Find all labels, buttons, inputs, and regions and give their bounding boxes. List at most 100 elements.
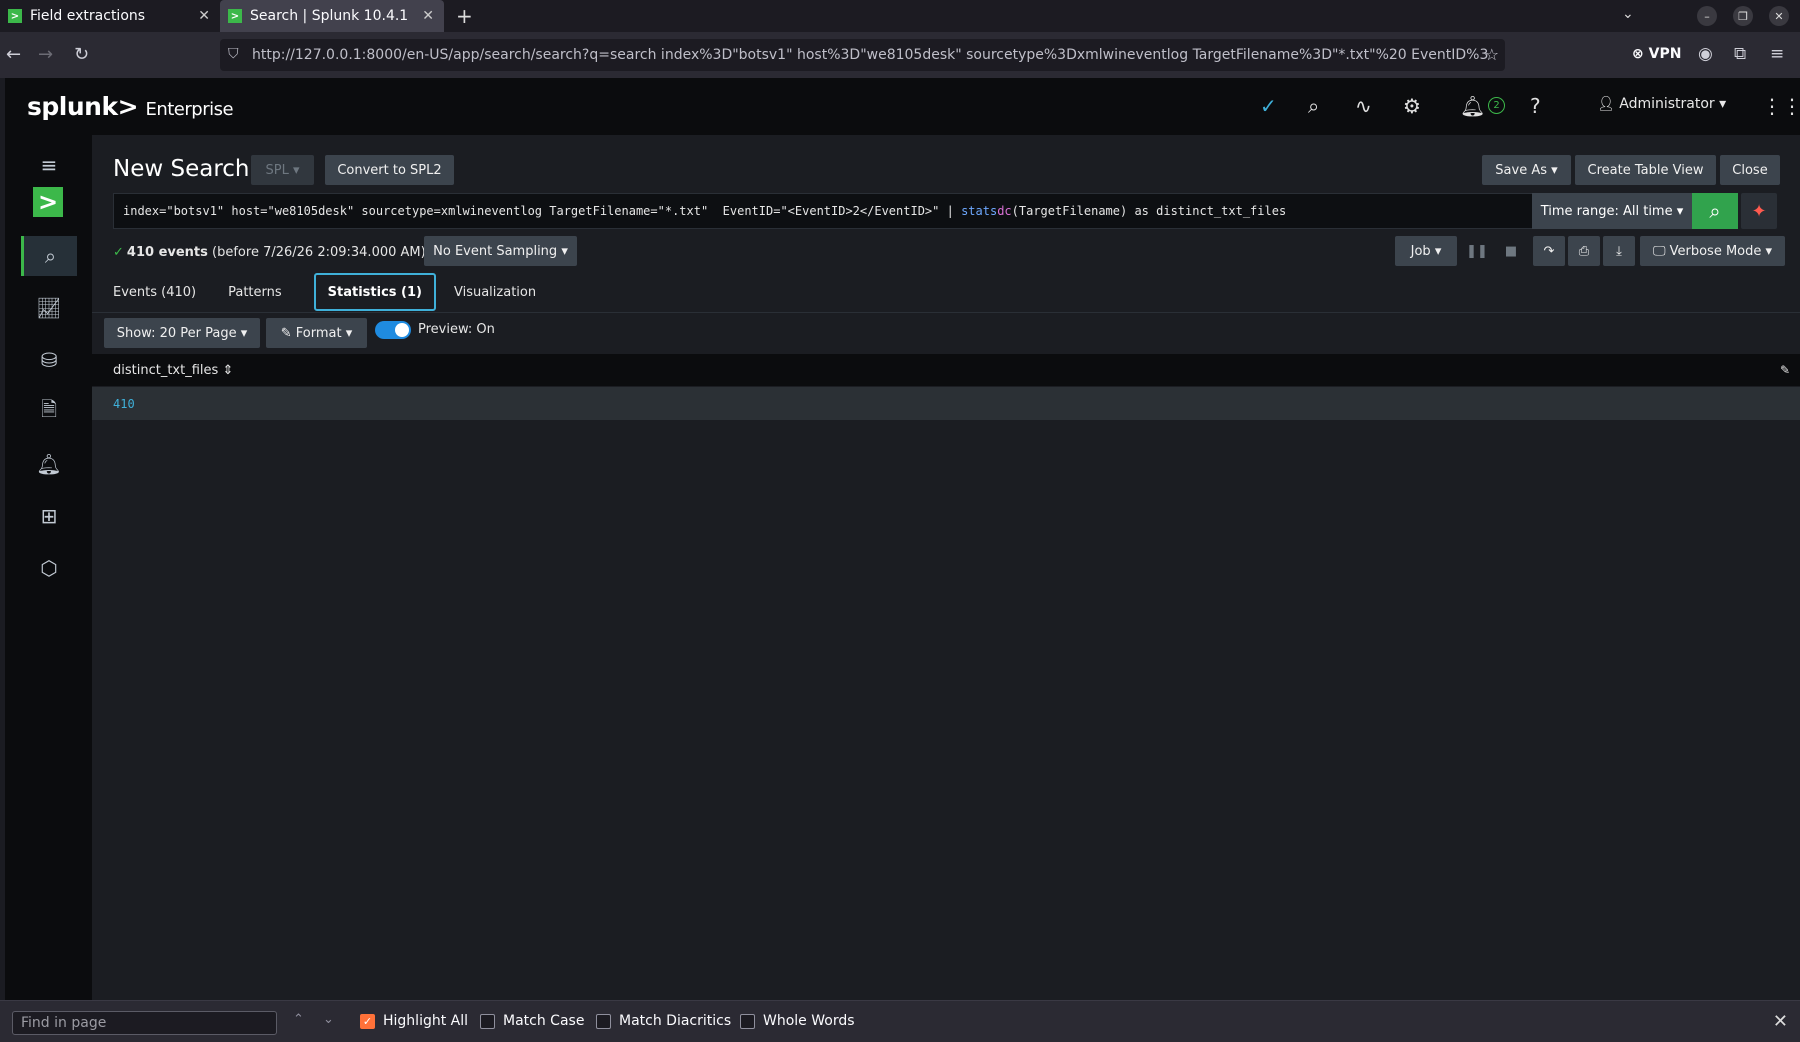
pause-icon[interactable]: ❚❚ — [1463, 236, 1491, 266]
help-icon[interactable]: ? — [1530, 94, 1541, 118]
ai-assistant-button[interactable]: ✦ — [1741, 193, 1777, 229]
column-label: distinct_txt_files — [113, 362, 219, 378]
match-diacritics-checkbox[interactable]: Match Diacritics — [596, 1013, 731, 1029]
sort-icon: ⇕ — [222, 362, 234, 378]
account-icon[interactable]: ◉ — [1698, 44, 1713, 64]
highlight-label: Highlight All — [383, 1013, 469, 1029]
stop-icon[interactable]: ■ — [1497, 236, 1525, 266]
whole-words-label: Whole Words — [763, 1013, 855, 1029]
job-menu-button[interactable]: Job ▾ — [1395, 236, 1457, 266]
preview-toggle[interactable] — [375, 321, 411, 339]
checkbox-icon — [480, 1013, 495, 1029]
back-icon[interactable]: ← — [6, 44, 21, 65]
browser-tab-search[interactable]: > Search | Splunk 10.4.1 ✕ — [220, 0, 444, 32]
share-icon[interactable]: ↷ — [1533, 236, 1565, 266]
search-icon: ⌕ — [1709, 199, 1721, 223]
activity-icon[interactable]: ∿ — [1355, 94, 1372, 118]
vpn-button[interactable]: ⊗ VPN — [1632, 46, 1681, 62]
column-header[interactable]: distinct_txt_files ⇕ — [113, 363, 233, 378]
pencil-icon: ✎ — [280, 325, 292, 341]
notifications-bell-icon[interactable]: 🔔︎ — [1460, 94, 1485, 118]
tab-list-chevron-icon[interactable]: ⌄ — [1622, 6, 1634, 22]
splunk-logo[interactable]: splunk> Enterprise — [27, 92, 234, 121]
bookmark-star-icon[interactable]: ☆ — [1485, 45, 1499, 64]
events-count: 410 events — [126, 245, 208, 260]
sampling-label: No Event Sampling — [433, 243, 558, 259]
diacritics-label: Match Diacritics — [619, 1013, 732, 1029]
sidebar-datasets-icon[interactable]: ⛁ — [21, 340, 77, 380]
sparkle-icon: ✦ — [1751, 200, 1767, 222]
match-case-checkbox[interactable]: Match Case — [480, 1013, 584, 1029]
preview-label: Preview: On — [418, 322, 495, 337]
match-case-label: Match Case — [503, 1013, 585, 1029]
table-cell[interactable]: 410 — [113, 397, 135, 411]
sidebar-reports-icon[interactable]: 🗎 — [21, 392, 77, 432]
forward-icon[interactable]: → — [38, 44, 53, 65]
find-input[interactable]: Find in page — [12, 1011, 277, 1035]
apps-grid-icon[interactable]: ⋮⋮ — [1762, 94, 1800, 118]
site-info-icon[interactable]: ⛉ — [228, 46, 239, 62]
checkbox-checked-icon: ✓ — [360, 1013, 375, 1029]
settings-gear-icon[interactable]: ⚙ — [1403, 94, 1421, 118]
reload-icon[interactable]: ↻ — [74, 44, 89, 65]
format-dropdown[interactable]: ✎ Format ▾ — [266, 318, 367, 348]
search-icon[interactable]: ⌕ — [1308, 94, 1319, 118]
checkbox-icon — [596, 1013, 611, 1029]
minimize-icon[interactable]: – — [1697, 6, 1717, 26]
tab-visualization[interactable]: Visualization — [454, 273, 550, 311]
job-label: Job — [1410, 243, 1431, 259]
logo-sub: Enterprise — [145, 99, 234, 120]
splunk-favicon-icon: > — [228, 9, 242, 23]
run-search-button[interactable]: ⌕ — [1692, 193, 1738, 229]
search-query-input[interactable]: index="botsv1" host="we8105desk" sourcet… — [113, 193, 1552, 229]
highlight-all-checkbox[interactable]: ✓ Highlight All — [360, 1013, 468, 1029]
print-icon[interactable]: ⎙ — [1568, 236, 1600, 266]
create-table-view-button[interactable]: Create Table View — [1575, 155, 1716, 185]
app-sidebar: ≡ > ⌕ 📈︎ ⛁ 🗎 🔔︎ ⊞ ⬡ — [5, 135, 92, 1000]
user-menu[interactable]: 👤︎ Administrator ▾ — [1597, 96, 1726, 112]
save-as-button[interactable]: Save As ▾ — [1482, 155, 1571, 185]
user-name: Administrator — [1619, 96, 1715, 112]
menu-icon[interactable]: ≡ — [1770, 44, 1784, 64]
close-tab-icon[interactable]: ✕ — [198, 8, 210, 24]
tab-patterns[interactable]: Patterns — [228, 273, 296, 311]
page-title: New Search — [113, 156, 250, 182]
query-command: stats — [961, 204, 998, 218]
browser-tab-bar: > Field extractions ✕ > Search | Splunk … — [0, 0, 1800, 32]
find-next-icon[interactable]: ⌄ — [323, 1012, 334, 1027]
url-bar[interactable]: ⛉ http://127.0.0.1:8000/en-US/app/search… — [220, 39, 1505, 71]
tabs-divider — [92, 312, 1800, 313]
new-tab-icon[interactable]: + — [456, 4, 473, 28]
query-args: (TargetFilename) as distinct_txt_files — [1011, 204, 1287, 218]
sidebar-dashboards-icon[interactable]: ⊞ — [21, 496, 77, 536]
close-tab-icon[interactable]: ✕ — [422, 8, 434, 24]
event-sampling-dropdown[interactable]: No Event Sampling ▾ — [424, 236, 577, 266]
convert-spl2-button[interactable]: Convert to SPL2 — [325, 155, 454, 185]
export-icon[interactable]: ⤓ — [1603, 236, 1635, 266]
search-mode-dropdown[interactable]: 🖵︎ Verbose Mode ▾ — [1640, 236, 1785, 266]
sidebar-analytics-icon[interactable]: 📈︎ — [21, 288, 77, 328]
tab-label: Field extractions — [30, 8, 146, 24]
url-text: http://127.0.0.1:8000/en-US/app/search/s… — [252, 47, 1489, 63]
sidebar-search-icon[interactable]: ⌕ — [21, 236, 77, 276]
close-button[interactable]: Close — [1720, 155, 1780, 185]
tab-statistics[interactable]: Statistics (1) — [313, 273, 436, 311]
hamburger-menu-icon[interactable]: ≡ — [21, 145, 77, 185]
whole-words-checkbox[interactable]: Whole Words — [740, 1013, 855, 1029]
per-page-dropdown[interactable]: Show: 20 Per Page ▾ — [104, 318, 260, 348]
browser-tab-field-extractions[interactable]: > Field extractions ✕ — [0, 0, 220, 32]
tab-events[interactable]: Events (410) — [113, 273, 210, 311]
sidebar-alerts-icon[interactable]: 🔔︎ — [21, 444, 77, 484]
edit-table-icon[interactable]: ✎ — [1780, 363, 1790, 377]
find-close-icon[interactable]: ✕ — [1773, 1011, 1788, 1032]
language-select[interactable]: SPL ▾ — [251, 155, 314, 185]
health-check-icon[interactable]: ✓ — [1260, 94, 1277, 118]
window-close-icon[interactable]: ✕ — [1769, 6, 1789, 26]
extensions-icon[interactable]: ⧉ — [1734, 44, 1746, 64]
time-range-picker[interactable]: Time range: All time ▾ — [1532, 193, 1692, 229]
sidebar-apps-icon[interactable]: ⬡ — [21, 548, 77, 588]
vpn-label: VPN — [1648, 46, 1682, 62]
restore-icon[interactable]: ❐ — [1733, 6, 1753, 26]
splunk-app-logo[interactable]: > — [33, 187, 63, 217]
find-previous-icon[interactable]: ⌃ — [293, 1012, 304, 1027]
